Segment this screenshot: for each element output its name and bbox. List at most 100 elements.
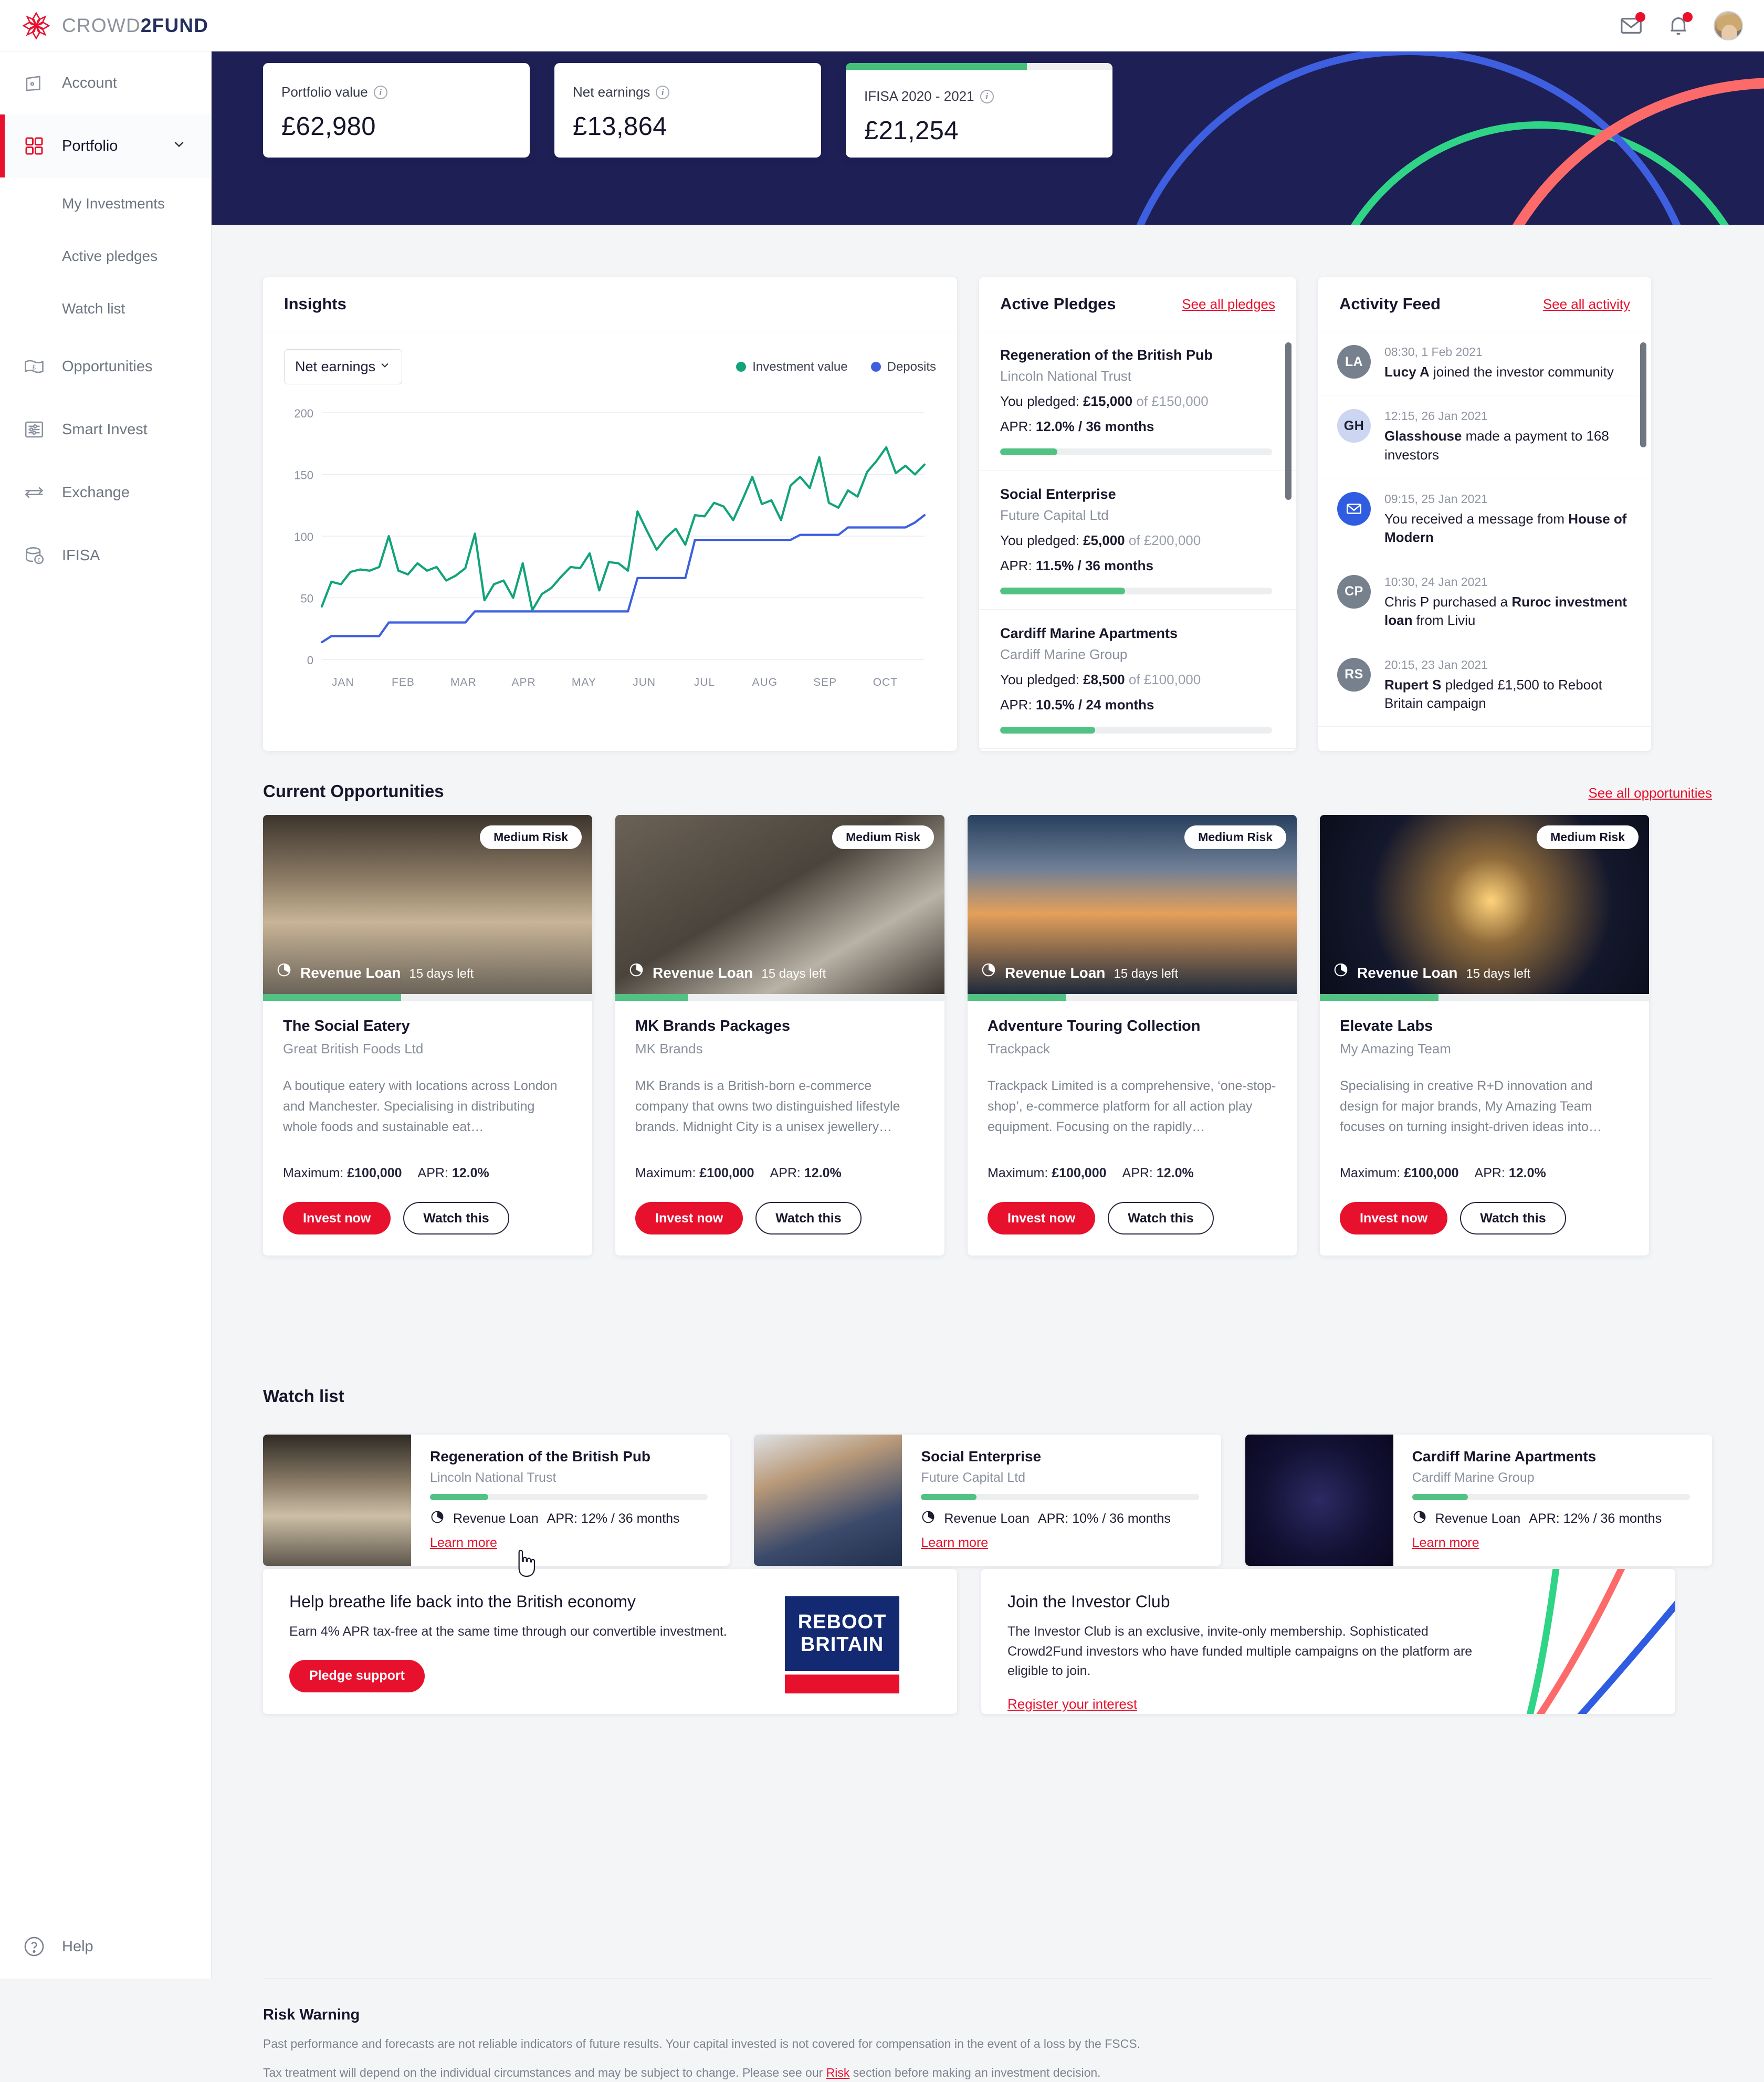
see-all-pledges-link[interactable]: See all pledges [1182,296,1275,312]
promo-row: Help breathe life back into the British … [263,1569,1675,1714]
pie-chart-icon [921,1510,936,1528]
opportunity-meta: Maximum: £100,000 APR: 12.0% [283,1166,572,1181]
pledges-scrollbar[interactable] [1285,342,1292,731]
invest-now-button[interactable]: Invest now [635,1202,743,1234]
pledge-progress-bar [1000,448,1272,455]
activity-item[interactable]: LA 08:30, 1 Feb 2021 Lucy A joined the i… [1318,331,1651,396]
promo-heading: Help breathe life back into the British … [289,1592,636,1611]
metric-select[interactable]: Net earnings [284,349,402,384]
opportunity-maximum: Maximum: £100,000 [635,1166,754,1180]
question-mark-icon [22,1934,46,1959]
opportunity-progress-bar [968,994,1297,1001]
sidebar-item-smart-invest[interactable]: Smart Invest [0,398,211,461]
sidebar-item-label: Smart Invest [62,421,148,438]
opportunity-card[interactable]: Medium Risk Revenue Loan 15 days left MK … [615,815,944,1256]
stat-label: IFISA 2020 - 2021 [864,88,974,104]
sidebar-item-my-investments[interactable]: My Investments [0,177,211,230]
pledge-support-button[interactable]: Pledge support [289,1659,425,1692]
watchlist-card[interactable]: Social Enterprise Future Capital Ltd Rev… [754,1435,1221,1566]
activity-item[interactable]: 09:15, 25 Jan 2021 You received a messag… [1318,478,1651,561]
sidebar-item-account[interactable]: Account [0,51,211,114]
pledge-item[interactable]: Regeneration of the British Pub Lincoln … [979,331,1296,470]
opportunity-type: Revenue Loan 15 days left [276,962,474,981]
watch-this-button[interactable]: Watch this [1108,1202,1214,1234]
opportunity-image: Medium Risk Revenue Loan 15 days left [1320,815,1649,994]
learn-more-link[interactable]: Learn more [430,1535,497,1551]
watchlist-type: Revenue Loan [453,1511,539,1526]
sidebar-item-exchange[interactable]: Exchange [0,461,211,524]
activity-item[interactable]: RS 20:15, 23 Jan 2021 Rupert S pledged £… [1318,644,1651,727]
sidebar-item-opportunities[interactable]: £ Opportunities [0,335,211,398]
crowd2fund-logo-icon [22,11,50,40]
activity-scrollbar[interactable] [1640,342,1646,731]
stat-label: Net earnings [573,84,650,100]
watchlist-type: Revenue Loan [1435,1511,1521,1526]
mail-icon[interactable] [1619,12,1645,38]
info-icon[interactable]: i [656,85,670,99]
invest-now-button[interactable]: Invest now [283,1202,391,1234]
watch-this-button[interactable]: Watch this [755,1202,862,1234]
sidebar-item-portfolio[interactable]: Portfolio [0,114,211,177]
learn-more-link[interactable]: Learn more [1412,1535,1479,1551]
risk-warning-section: Risk Warning Past performance and foreca… [263,1979,1712,2082]
help-button[interactable]: Help [0,1934,93,1959]
top-bar: CROWD 2FUND [0,0,1764,51]
info-icon[interactable]: i [980,89,994,103]
pledges-list[interactable]: Regeneration of the British Pub Lincoln … [979,331,1296,751]
watchlist-apr: APR: 12% / 36 months [1529,1511,1662,1526]
opportunity-image: Medium Risk Revenue Loan 15 days left [615,815,944,994]
stat-card-ifisa: IFISA 2020 - 2021 i £21,254 [846,63,1112,158]
invest-now-button[interactable]: Invest now [988,1202,1096,1234]
watchlist-card[interactable]: Cardiff Marine Apartments Cardiff Marine… [1245,1435,1712,1566]
stat-value: £62,980 [281,112,376,141]
banknote-icon: £ [22,354,46,379]
sidebar-item-ifisa[interactable]: £ IFISA [0,524,211,587]
svg-text:APR: APR [511,676,536,688]
watchlist-meta: Revenue Loan APR: 12% / 36 months [430,1510,708,1528]
insights-line-chart: 0 50 100 150 200 JAN FEB MAR APR MAY JUN JUL AUG SEP O… [294,407,926,688]
bell-icon[interactable] [1666,12,1693,38]
activity-item[interactable]: CP 10:30, 24 Jan 2021 Chris P purchased … [1318,561,1651,644]
insights-title: Insights [284,295,346,313]
stat-value: £13,864 [573,112,667,141]
watch-this-button[interactable]: Watch this [1460,1202,1566,1234]
pledge-item[interactable]: Cardiff Marine Apartments Cardiff Marine… [979,610,1296,749]
register-interest-link[interactable]: Register your interest [1007,1696,1137,1712]
activity-avatar: RS [1337,657,1371,692]
opportunities-title: Current Opportunities [263,781,444,801]
watchlist-section: Watch list Regeneration of the British P… [263,1386,1712,1566]
pledge-amount: You pledged: £15,000 of £150,000 [1000,393,1209,409]
see-all-activity-link[interactable]: See all activity [1543,296,1630,312]
learn-more-link[interactable]: Learn more [921,1535,988,1551]
risk-line2-b: section before making an investment deci… [849,2066,1101,2080]
activity-item[interactable]: GH 12:15, 26 Jan 2021 Glasshouse made a … [1318,395,1651,479]
pie-chart-icon [430,1510,445,1528]
svg-text:200: 200 [294,407,313,420]
sidebar-item-active-pledges[interactable]: Active pledges [0,230,211,283]
sidebar-item-watch-list[interactable]: Watch list [0,283,211,335]
pie-chart-icon [1333,962,1349,980]
risk-section-link[interactable]: Risk [826,2066,850,2079]
promo-investor-club: Join the Investor Club The Investor Club… [981,1569,1675,1714]
ifisa-allowance-bar [846,63,1112,70]
risk-warning-line2: Tax treatment will depend on the individ… [263,2064,1712,2081]
pledge-item[interactable]: Social Enterprise Future Capital Ltd You… [979,470,1296,610]
watchlist-name: Regeneration of the British Pub [430,1448,651,1464]
opportunity-card[interactable]: Medium Risk Revenue Loan 15 days left Ele… [1320,815,1649,1256]
activity-list[interactable]: LA 08:30, 1 Feb 2021 Lucy A joined the i… [1318,331,1651,751]
see-all-opportunities-link[interactable]: See all opportunities [1588,785,1712,801]
insights-card: Insights Net earnings Investment value D… [263,277,957,751]
mail-icon [1337,492,1371,526]
user-avatar[interactable] [1714,11,1743,40]
stat-label: Portfolio value [281,84,368,100]
info-icon[interactable]: i [373,85,387,99]
invest-now-button[interactable]: Invest now [1340,1202,1448,1234]
opportunity-card[interactable]: Medium Risk Revenue Loan 15 days left Adv… [968,815,1297,1256]
brand-logo[interactable]: CROWD 2FUND [22,11,208,40]
watchlist-card[interactable]: Regeneration of the British Pub Lincoln … [263,1435,730,1566]
dashboard-row: Insights Net earnings Investment value D… [263,277,1651,751]
promo-body: The Investor Club is an exclusive, invit… [1007,1624,1473,1678]
watch-this-button[interactable]: Watch this [403,1202,509,1234]
pledge-name: Regeneration of the British Pub [1000,347,1213,363]
opportunity-card[interactable]: Medium Risk Revenue Loan 15 days left The… [263,815,592,1256]
